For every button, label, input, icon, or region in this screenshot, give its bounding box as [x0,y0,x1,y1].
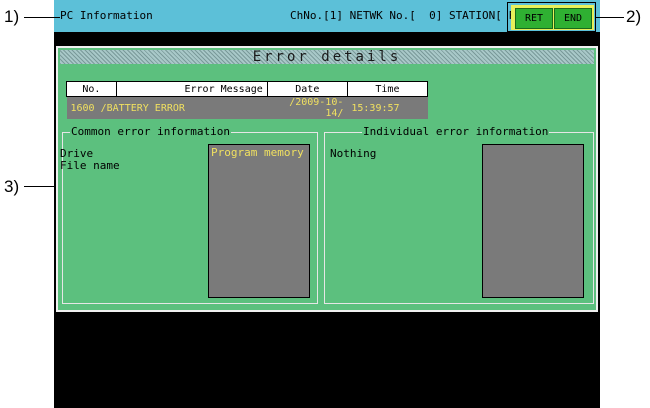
station-info: ChNo.[1] NETWK No.[ 0] STATION[ FF] [290,9,529,22]
ret-button[interactable]: RET [515,8,553,29]
error-time: 15:39:57 [347,96,428,119]
callout-2-line [596,17,624,18]
panel-title: Error details [60,50,594,64]
file-name-label: File name [60,159,120,172]
error-details-panel: Error details No. Error Message Date Tim… [56,46,598,312]
individual-error-content [482,144,584,298]
callout-3: 3) [4,177,20,196]
col-time: Time [346,81,429,97]
individual-error-title: Individual error information [362,125,550,138]
callout-1-line [24,17,60,18]
error-message: /BATTERY ERROR [100,102,185,114]
individual-error-value: Nothing [330,147,377,160]
error-table: No. Error Message Date Time 1600 /BATTER… [66,81,429,119]
col-date: Date [266,81,348,97]
common-error-content: Program memory [208,144,310,298]
common-error-title: Common error information [70,125,231,138]
button-group: RET END [511,5,594,30]
error-date: /2009-10-14/ [267,96,348,119]
end-button[interactable]: END [554,8,592,29]
callout-1: 1) [4,7,20,26]
callout-3-line [24,186,56,187]
col-no: No. [66,81,117,97]
col-error-message: Error Message [115,81,268,97]
screen-title: PC Information [60,9,153,22]
drive-value: Program memory [211,146,304,159]
callout-2: 2) [626,7,642,26]
table-row[interactable]: 1600 /BATTERY ERROR /2009-10-14/ 15:39:5… [66,96,428,119]
error-no: 1600 [70,102,95,114]
